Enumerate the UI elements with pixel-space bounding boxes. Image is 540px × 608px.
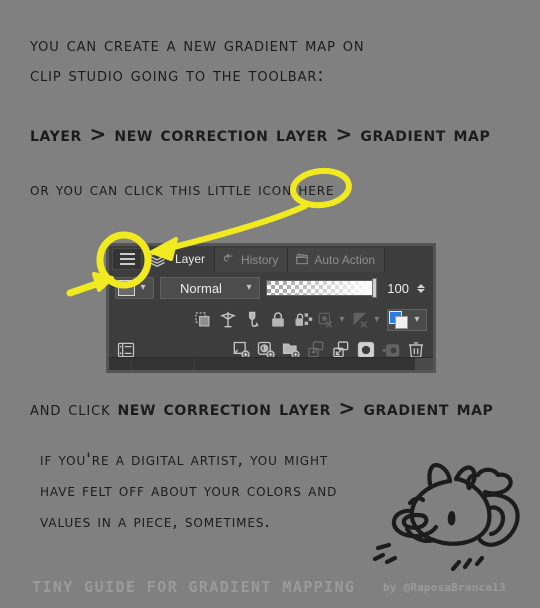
tab-history[interactable]: History xyxy=(215,248,289,272)
paragraph-line-1: If you're a digital artist, you might xyxy=(40,450,329,470)
undo-arrow-icon xyxy=(221,252,237,269)
menu-path-text: Layer > New Correction Layer > Gradient … xyxy=(30,122,491,146)
doodle-dash xyxy=(384,555,398,565)
clapperboard-icon xyxy=(294,252,310,269)
chevron-down-icon[interactable]: ▾ xyxy=(335,315,349,325)
ruler-disable-icon[interactable]: ▾ xyxy=(352,309,384,331)
doodle-dash xyxy=(474,555,485,567)
layer-list-scroll-button[interactable] xyxy=(415,358,433,370)
stepper-up-icon[interactable] xyxy=(417,283,425,288)
and-click-bold-path: New Correction Layer > Gradient map xyxy=(117,396,494,420)
lock-layer-icon[interactable] xyxy=(267,309,289,331)
chevron-down-icon[interactable]: ▾ xyxy=(135,283,151,293)
footer-title: Tiny guide for gradient mapping xyxy=(32,578,356,596)
opacity-stepper[interactable] xyxy=(415,283,427,293)
doodle-dash xyxy=(372,552,386,562)
fox-head-doodle xyxy=(372,462,520,572)
layer-list-header-strip xyxy=(109,357,433,370)
doodle-tail-inner xyxy=(487,505,506,537)
and-click-prefix: and click xyxy=(30,398,118,420)
annotation-arrow-short xyxy=(66,277,109,297)
opacity-value[interactable]: 100 xyxy=(383,281,409,296)
layer-list-col-2 xyxy=(132,358,195,370)
chevron-down-icon[interactable]: ▾ xyxy=(241,283,257,293)
and-click-instruction: and click New Correction Layer > Gradien… xyxy=(30,398,493,419)
opacity-slider-handle[interactable] xyxy=(372,278,377,298)
lock-transparent-pixels-icon[interactable] xyxy=(292,309,314,331)
tab-layer[interactable]: Layer xyxy=(169,246,216,272)
layer-color-swatch-button[interactable]: ▾ xyxy=(115,277,154,299)
hamburger-line xyxy=(119,263,135,265)
layer-mask-disable-icon[interactable]: ▾ xyxy=(317,309,349,331)
intro-line-2: Clip Studio going to the toolbar: xyxy=(30,64,325,86)
layers-stack-icon xyxy=(145,246,169,272)
paragraph-line-3: values in a piece, sometimes. xyxy=(40,512,271,532)
doodle-dash xyxy=(462,557,473,570)
hamburger-line xyxy=(119,253,135,255)
clip-studio-layer-panel: Layer History Auto Action ▾ Normal ▾ 100… xyxy=(106,243,436,373)
menu-hamburger-button[interactable] xyxy=(112,248,142,270)
doodle-dash xyxy=(375,542,392,551)
opacity-slider[interactable] xyxy=(266,278,377,298)
layer-list-col-1 xyxy=(109,358,132,370)
mask-link-icon[interactable] xyxy=(242,309,264,331)
intro-line-1: You can create a new gradient map on xyxy=(30,34,365,56)
tab-layer-label: Layer xyxy=(175,252,206,266)
chevron-down-icon[interactable]: ▾ xyxy=(409,315,425,325)
reference-layer-icon[interactable] xyxy=(217,309,239,331)
layer-color-swatch xyxy=(118,280,135,296)
panel-tab-bar: Layer History Auto Action xyxy=(109,246,433,272)
tab-auto-action[interactable]: Auto Action xyxy=(288,248,386,272)
layer-options-icon-row: ▾ ▾ ▾ xyxy=(109,306,433,334)
blend-mode-value: Normal xyxy=(180,280,222,296)
footer-credit: by @RaposaBranca13 xyxy=(383,581,506,594)
stepper-down-icon[interactable] xyxy=(417,288,425,293)
panel-inner: Layer History Auto Action ▾ Normal ▾ 100… xyxy=(109,246,433,370)
draw-color-pair-icon[interactable]: ▾ xyxy=(387,309,427,331)
click-icon-instruction: or you can click this little icon here xyxy=(30,180,335,200)
secondary-color-swatch xyxy=(395,316,408,329)
color-pair-squares xyxy=(389,311,409,329)
tab-history-label: History xyxy=(241,253,279,267)
hamburger-line xyxy=(119,258,135,260)
paragraph-line-2: have felt off about your colors and xyxy=(40,481,338,501)
blend-opacity-row: ▾ Normal ▾ 100 xyxy=(109,273,433,303)
blend-mode-select[interactable]: Normal ▾ xyxy=(160,277,260,299)
chevron-down-icon[interactable]: ▾ xyxy=(370,315,384,325)
layer-list-col-3 xyxy=(195,358,415,370)
clip-to-layer-below-icon[interactable] xyxy=(192,309,214,331)
doodle-eye xyxy=(447,511,456,526)
tab-auto-action-label: Auto Action xyxy=(314,253,376,267)
doodle-dash xyxy=(450,559,462,572)
